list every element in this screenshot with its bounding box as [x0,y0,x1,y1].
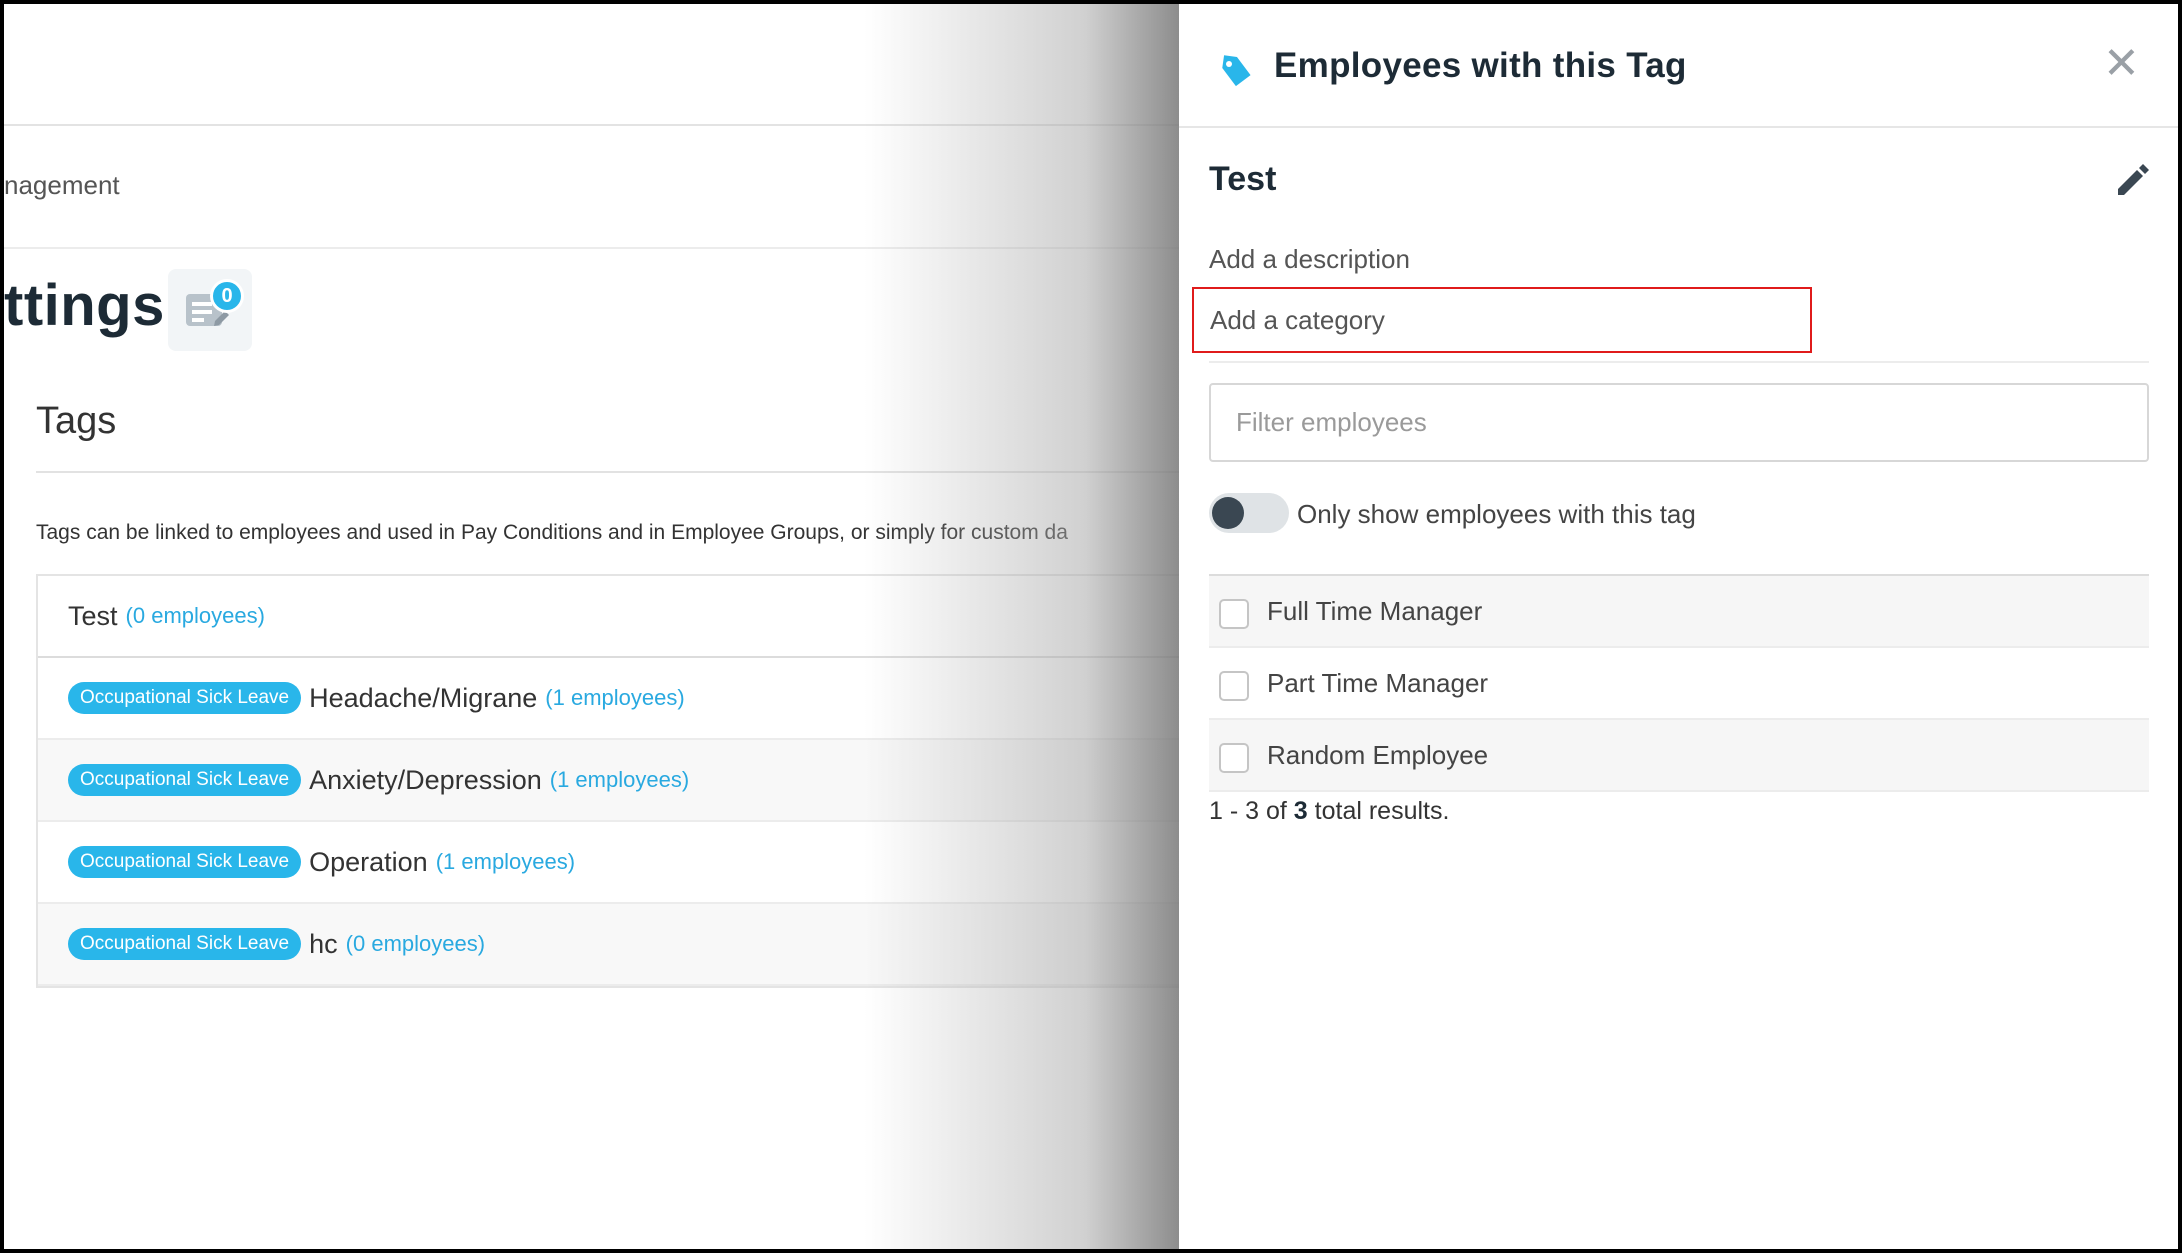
pencil-icon[interactable] [2112,159,2152,199]
tag-name: Anxiety/Depression [309,764,542,795]
results-end: 3 [1245,797,1260,825]
results-start: 1 [1209,797,1223,825]
results-of-label: of [1265,797,1287,825]
tag-name: hc [309,928,338,959]
results-total: 3 [1293,797,1308,825]
category-field-label: Add a category [1210,304,1385,335]
panel-overlay-shadow [864,4,1180,1249]
panel-divider [1209,361,2149,363]
tag-name: Operation [309,846,428,877]
results-total-label: total results. [1314,797,1450,825]
tag-employee-count[interactable]: (1 employees) [545,685,684,711]
list-item[interactable]: Random Employee [1209,720,2149,792]
category-badge: Occupational Sick Leave [68,928,302,960]
toggle-label: Only show employees with this tag [1297,499,1696,529]
tag-employee-count[interactable]: (0 employees) [346,931,485,957]
employee-name: Random Employee [1267,739,1489,770]
employee-list: Full Time Manager Part Time Manager Rand… [1209,574,2149,792]
tags-section-title: Tags [36,400,117,442]
notes-count-badge: 0 [210,279,244,313]
notes-button[interactable]: 0 [168,269,252,351]
panel-header: Employees with this Tag ✕ [1179,4,2178,128]
category-badge: Occupational Sick Leave [68,764,302,796]
employee-checkbox[interactable] [1219,599,1249,629]
employee-checkbox[interactable] [1219,671,1249,701]
tag-title: Test [1209,160,1277,198]
results-summary: 1 - 3 of 3 total results. [1209,797,1450,825]
tag-name: Headache/Migrane [309,682,538,713]
app-frame: nagement ttings 0 Tags Tags can be linke… [0,0,2182,1253]
panel-title: Employees with this Tag [1274,46,1687,85]
close-icon[interactable]: ✕ [2103,42,2140,86]
employee-checkbox[interactable] [1219,743,1249,773]
tag-employee-count[interactable]: (1 employees) [436,849,575,875]
category-badge: Occupational Sick Leave [68,682,302,714]
list-item[interactable]: Part Time Manager [1209,648,2149,720]
employees-tag-panel: Employees with this Tag ✕ Test Add a des… [1179,4,2178,1249]
description-field[interactable]: Add a description [1209,244,1410,275]
list-item[interactable]: Full Time Manager [1209,576,2149,648]
category-field[interactable]: Add a category [1192,287,1812,353]
employee-name: Full Time Manager [1267,595,1483,626]
category-badge: Occupational Sick Leave [68,846,302,878]
tag-icon [1222,55,1251,87]
employee-name: Part Time Manager [1267,667,1489,698]
filter-employees-input[interactable] [1209,383,2149,462]
tag-employee-count[interactable]: (0 employees) [126,603,265,629]
tag-employee-count[interactable]: (1 employees) [550,767,689,793]
only-tagged-toggle[interactable] [1209,493,1289,533]
breadcrumb[interactable]: nagement [4,170,120,201]
page-title: ttings [4,273,165,338]
toggle-knob [1212,497,1244,529]
tag-name: Test [68,600,118,631]
